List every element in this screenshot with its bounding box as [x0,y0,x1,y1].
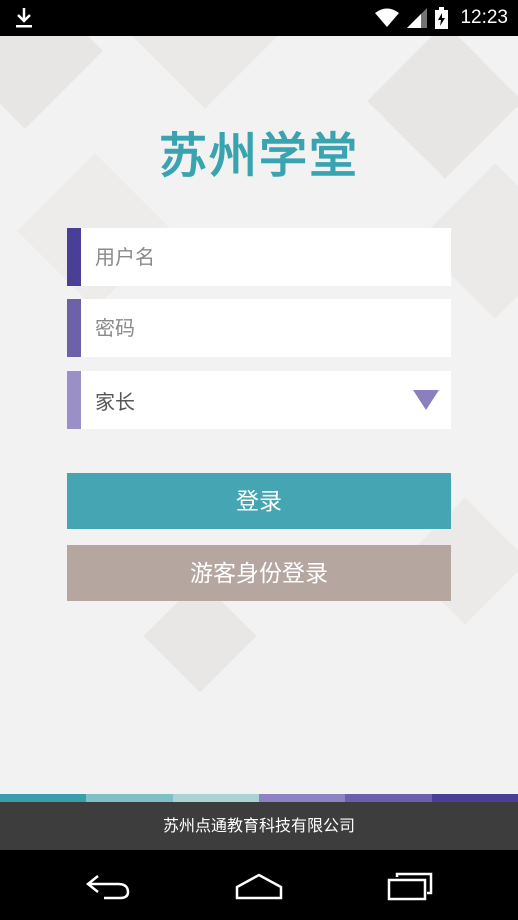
navigation-bar [0,850,518,920]
back-button[interactable] [78,868,138,904]
color-stripe [0,794,518,802]
footer: 苏州点通教育科技有限公司 [0,802,518,850]
wifi-icon [375,8,400,27]
home-button[interactable] [229,868,289,904]
stripe-segment [258,794,346,802]
role-select-value: 家长 [95,389,135,414]
background-pattern [127,36,283,109]
app-title: 苏州学堂 [158,128,359,184]
username-field[interactable] [67,228,451,286]
field-accent [67,299,81,357]
status-icons: 12:23 [375,0,508,36]
login-button[interactable]: 登录 [67,473,451,529]
company-name: 苏州点通教育科技有限公司 [162,816,355,835]
stripe-segment [172,794,259,802]
download-icon [16,8,32,28]
username-input[interactable] [95,237,395,277]
field-accent [67,371,81,429]
password-input[interactable] [95,308,395,348]
stripe-segment [431,794,518,802]
stripe-segment [86,794,173,802]
signal-icon [407,8,428,28]
background-pattern [0,36,103,129]
battery-charging-icon [435,7,449,29]
recent-apps-button[interactable] [380,868,440,904]
recent-apps-icon [387,872,433,901]
login-screen: 苏州学堂 家长 登录 游客身份登录 [0,36,518,794]
guest-login-button[interactable]: 游客身份登录 [67,545,451,601]
password-field[interactable] [67,299,451,357]
clock: 12:23 [460,7,508,28]
role-select[interactable]: 家长 [67,371,451,429]
stripe-segment [0,794,87,802]
status-bar: 12:23 [0,0,518,36]
field-accent [67,228,81,286]
back-icon [85,875,130,900]
home-icon [235,873,283,900]
stripe-segment [345,794,432,802]
dropdown-arrow-icon[interactable] [413,390,439,410]
